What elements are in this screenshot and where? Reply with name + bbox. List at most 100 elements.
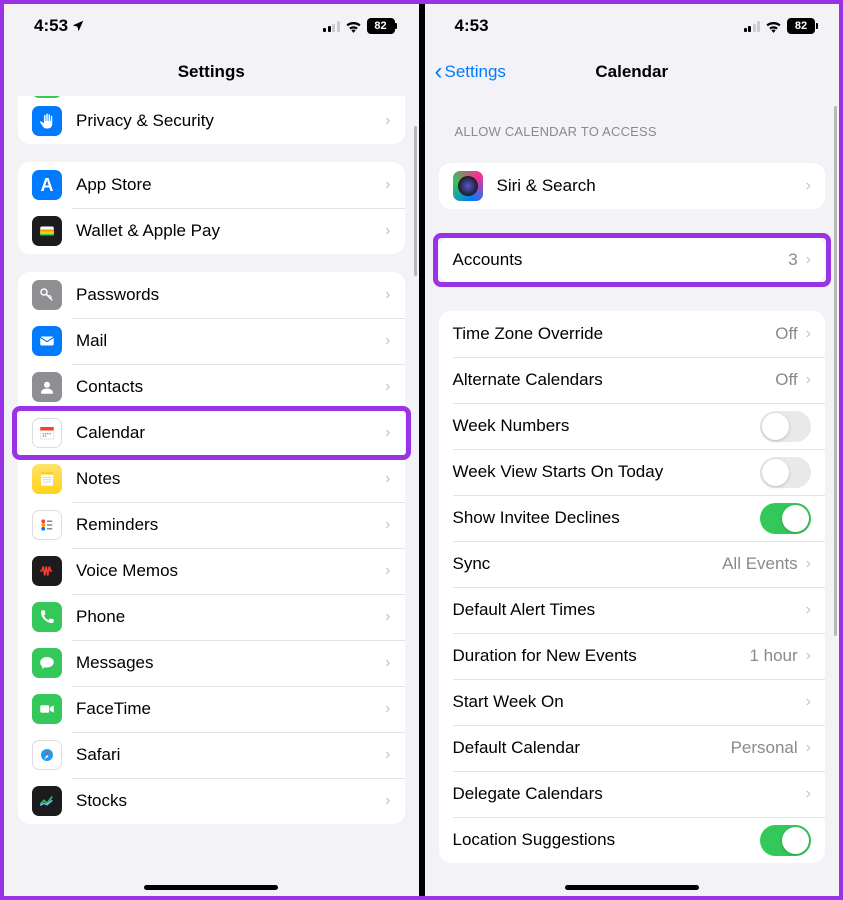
mail-icon [32, 326, 62, 356]
signal-icon [323, 20, 340, 32]
stocks-icon [32, 786, 62, 816]
chevron-right-icon: › [806, 647, 811, 665]
settings-reminders[interactable]: Reminders› [18, 502, 405, 548]
chevron-left-icon: ‹ [435, 60, 443, 84]
row-label: Contacts [76, 377, 385, 397]
wallet-icon [32, 216, 62, 246]
settings-phone[interactable]: Phone› [18, 594, 405, 640]
row-label: Privacy & Security [76, 111, 385, 131]
row-label: Stocks [76, 791, 385, 811]
settings-notes[interactable]: Notes› [18, 456, 405, 502]
location-icon [71, 19, 85, 33]
settings-passwords[interactable]: Passwords› [18, 272, 405, 318]
chevron-right-icon: › [385, 516, 390, 534]
chevron-right-icon: › [385, 332, 390, 350]
home-indicator[interactable] [144, 885, 278, 890]
A-icon: A [32, 170, 62, 200]
row-detail: 1 hour [749, 646, 797, 666]
safari-icon [32, 740, 62, 770]
calendar-default[interactable]: Default CalendarPersonal› [439, 725, 826, 771]
toggle[interactable] [760, 457, 811, 488]
toggle[interactable] [760, 411, 811, 442]
row-detail: Off [775, 370, 797, 390]
calendar-duration[interactable]: Duration for New Events1 hour › [439, 633, 826, 679]
toggle[interactable] [760, 825, 811, 856]
row-label: Delegate Calendars [453, 784, 806, 804]
settings-contacts[interactable]: Contacts› [18, 364, 405, 410]
screenshot-container: 4:53 82 Settings Privacy & Security›AApp… [0, 0, 843, 900]
chevron-right-icon: › [385, 286, 390, 304]
calendar-alerts[interactable]: Default Alert Times› [439, 587, 826, 633]
row-label: Notes [76, 469, 385, 489]
row-label: Messages [76, 653, 385, 673]
settings-stocks[interactable]: Stocks› [18, 778, 405, 824]
wifi-icon [765, 20, 782, 33]
row-detail: All Events [722, 554, 798, 574]
toggle[interactable] [760, 503, 811, 534]
row-label: Phone [76, 607, 385, 627]
row-label: Week View Starts On Today [453, 462, 761, 482]
settings-wallet[interactable]: Wallet & Apple Pay› [18, 208, 405, 254]
page-title: Calendar [595, 62, 668, 82]
status-bar-right: 4:53 82 [425, 4, 840, 48]
calendar-alternate[interactable]: Alternate CalendarsOff› [439, 357, 826, 403]
home-indicator[interactable] [565, 885, 699, 890]
chevron-right-icon: › [385, 112, 390, 130]
chevron-right-icon: › [385, 176, 390, 194]
row-label: Calendar [76, 423, 385, 443]
calendar-group: Accounts3› [439, 237, 826, 283]
chevron-right-icon: › [806, 177, 811, 195]
settings-facetime[interactable]: FaceTime› [18, 686, 405, 732]
calendar-location[interactable]: Location Suggestions [439, 817, 826, 863]
phone-right: 4:53 82 ‹ Settings Calendar ALLOW CALEND… [425, 4, 840, 896]
settings-mail[interactable]: Mail› [18, 318, 405, 364]
phone-left: 4:53 82 Settings Privacy & Security›AApp… [4, 4, 419, 896]
row-label: Accounts [453, 250, 789, 270]
settings-voicememos[interactable]: Voice Memos› [18, 548, 405, 594]
wifi-icon [345, 20, 362, 33]
row-label: Safari [76, 745, 385, 765]
calendar-sync[interactable]: SyncAll Events› [439, 541, 826, 587]
back-button[interactable]: ‹ Settings [435, 60, 506, 84]
scrollbar[interactable] [834, 106, 837, 636]
row-label: Week Numbers [453, 416, 761, 436]
row-label: Duration for New Events [453, 646, 750, 666]
chevron-right-icon: › [806, 693, 811, 711]
chevron-right-icon: › [806, 325, 811, 343]
calendar-group: Time Zone OverrideOff›Alternate Calendar… [439, 311, 826, 863]
msg-icon [32, 648, 62, 678]
calendar-declines[interactable]: Show Invitee Declines [439, 495, 826, 541]
settings-appstore[interactable]: AApp Store› [18, 162, 405, 208]
settings-privacy[interactable]: Privacy & Security› [18, 98, 405, 144]
row-label: Time Zone Override [453, 324, 776, 344]
calendar-weekview[interactable]: Week View Starts On Today [439, 449, 826, 495]
settings-group: Privacy & Security› [18, 96, 405, 144]
settings-messages[interactable]: Messages› [18, 640, 405, 686]
contact-icon [32, 372, 62, 402]
status-time: 4:53 [34, 16, 68, 36]
ft-icon [32, 694, 62, 724]
calendar-startweek[interactable]: Start Week On› [439, 679, 826, 725]
row-label: Sync [453, 554, 723, 574]
chevron-right-icon: › [385, 608, 390, 626]
calendar-siri[interactable]: Siri & Search› [439, 163, 826, 209]
calendar-group: Siri & Search› [439, 163, 826, 209]
settings-safari[interactable]: Safari› [18, 732, 405, 778]
battery-icon: 82 [787, 18, 815, 34]
chevron-right-icon: › [385, 746, 390, 764]
chevron-right-icon: › [806, 251, 811, 269]
key-icon [32, 280, 62, 310]
calendar-weeknumbers[interactable]: Week Numbers [439, 403, 826, 449]
calendar-accounts[interactable]: Accounts3› [439, 237, 826, 283]
calendar-timezone[interactable]: Time Zone OverrideOff › [439, 311, 826, 357]
row-detail: Personal [731, 738, 798, 758]
settings-calendar[interactable]: Calendar› [18, 410, 405, 456]
chevron-right-icon: › [385, 424, 390, 442]
chevron-right-icon: › [385, 654, 390, 672]
scrollbar[interactable] [414, 126, 417, 276]
chevron-right-icon: › [385, 470, 390, 488]
calendar-delegate[interactable]: Delegate Calendars› [439, 771, 826, 817]
chevron-right-icon: › [385, 562, 390, 580]
row-detail: Off [775, 324, 797, 344]
voice-icon [32, 556, 62, 586]
